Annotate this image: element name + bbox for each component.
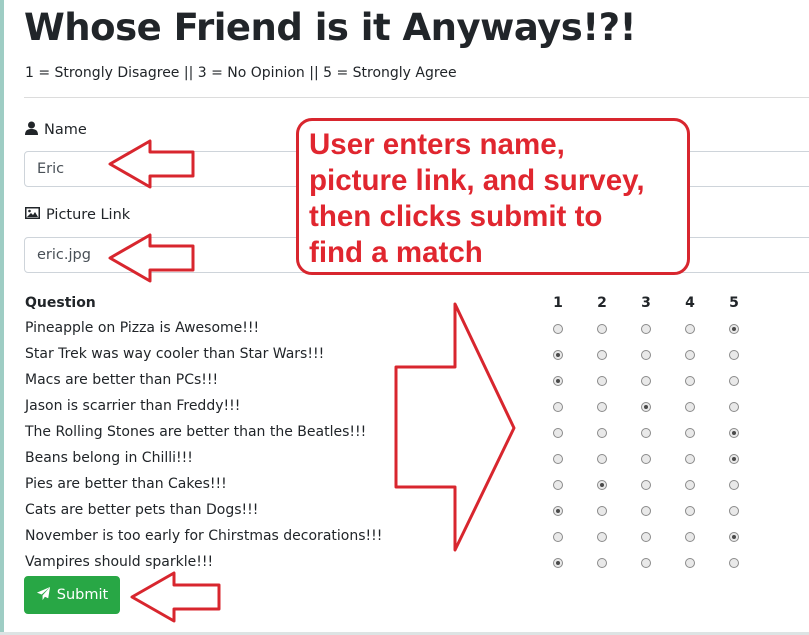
- annotation-arrows: [108, 139, 516, 623]
- arrow-to-survey-icon: [394, 302, 516, 552]
- arrow-to-submit-icon: [130, 571, 221, 623]
- arrow-to-picture-icon: [108, 233, 195, 283]
- arrow-to-name-icon: [108, 139, 195, 189]
